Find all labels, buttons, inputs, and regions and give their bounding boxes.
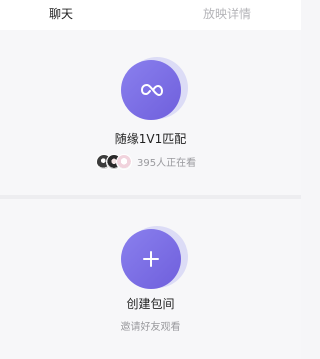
online-viewers: 395人正在看 (96, 152, 196, 170)
avatar (116, 154, 132, 170)
tab-screening-details[interactable]: 放映详情 (203, 6, 251, 22)
create-room-button[interactable] (121, 226, 188, 293)
tab-bar: 聊天 放映详情 (0, 0, 301, 30)
random-match-title: 随缘1V1匹配 (114, 132, 187, 146)
create-room-card[interactable]: 创建包间 邀请好友观看 (0, 199, 301, 359)
infinity-icon (141, 83, 163, 97)
create-room-circle[interactable] (121, 229, 181, 289)
plus-icon (143, 251, 159, 267)
random-match-button[interactable] (121, 57, 188, 124)
online-count-text: 395人正在看 (137, 157, 197, 169)
invite-friends-text: 邀请好友观看 (120, 322, 181, 333)
viewer-avatars (96, 153, 136, 170)
tab-chat[interactable]: 聊天 (49, 6, 73, 22)
create-room-title: 创建包间 (126, 297, 175, 311)
page: 聊天 放映详情 随缘1V1匹配 395人正在看 创建包间 邀请好友观看 (0, 0, 301, 359)
random-match-circle[interactable] (121, 60, 181, 120)
random-match-card[interactable]: 随缘1V1匹配 395人正在看 (0, 30, 301, 195)
